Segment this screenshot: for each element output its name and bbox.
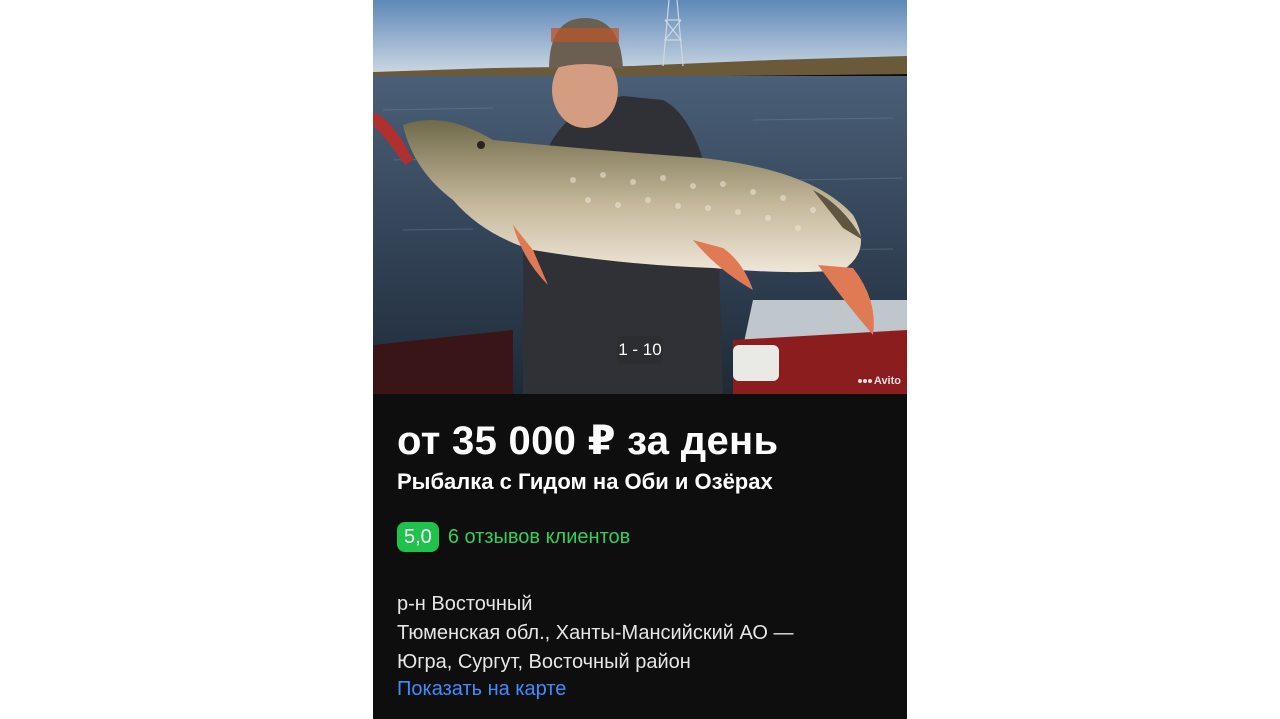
listing-card: 1 - 10 Avito от 35 000 ₽ за день Рыбалка… xyxy=(373,0,907,719)
listing-title: Рыбалка с Гидом на Оби и Озёрах xyxy=(397,469,773,494)
rating-row: 5,0 6 отзывов клиентов xyxy=(397,522,630,552)
address-block: р-н Восточный Тюменская обл., Ханты-Манс… xyxy=(397,590,897,677)
listing-photo[interactable]: 1 - 10 Avito xyxy=(373,0,907,394)
fishing-photo-illustration xyxy=(373,0,907,394)
photo-counter: 1 - 10 xyxy=(617,336,663,364)
address-line: Тюменская обл., Ханты-Мансийский АО — xyxy=(397,622,794,644)
watermark-text: Avito xyxy=(873,375,901,387)
show-on-map-link[interactable]: Показать на карте xyxy=(397,678,566,701)
address-line: р-н Восточный xyxy=(397,593,533,615)
address-line: Югра, Сургут, Восточный район xyxy=(397,651,691,673)
avito-watermark: Avito xyxy=(857,375,901,387)
rating-badge: 5,0 xyxy=(397,522,439,552)
listing-price: от 35 000 ₽ за день xyxy=(397,419,779,463)
reviews-link[interactable]: 6 отзывов клиентов xyxy=(448,526,630,549)
avito-logo-icon xyxy=(857,379,872,383)
